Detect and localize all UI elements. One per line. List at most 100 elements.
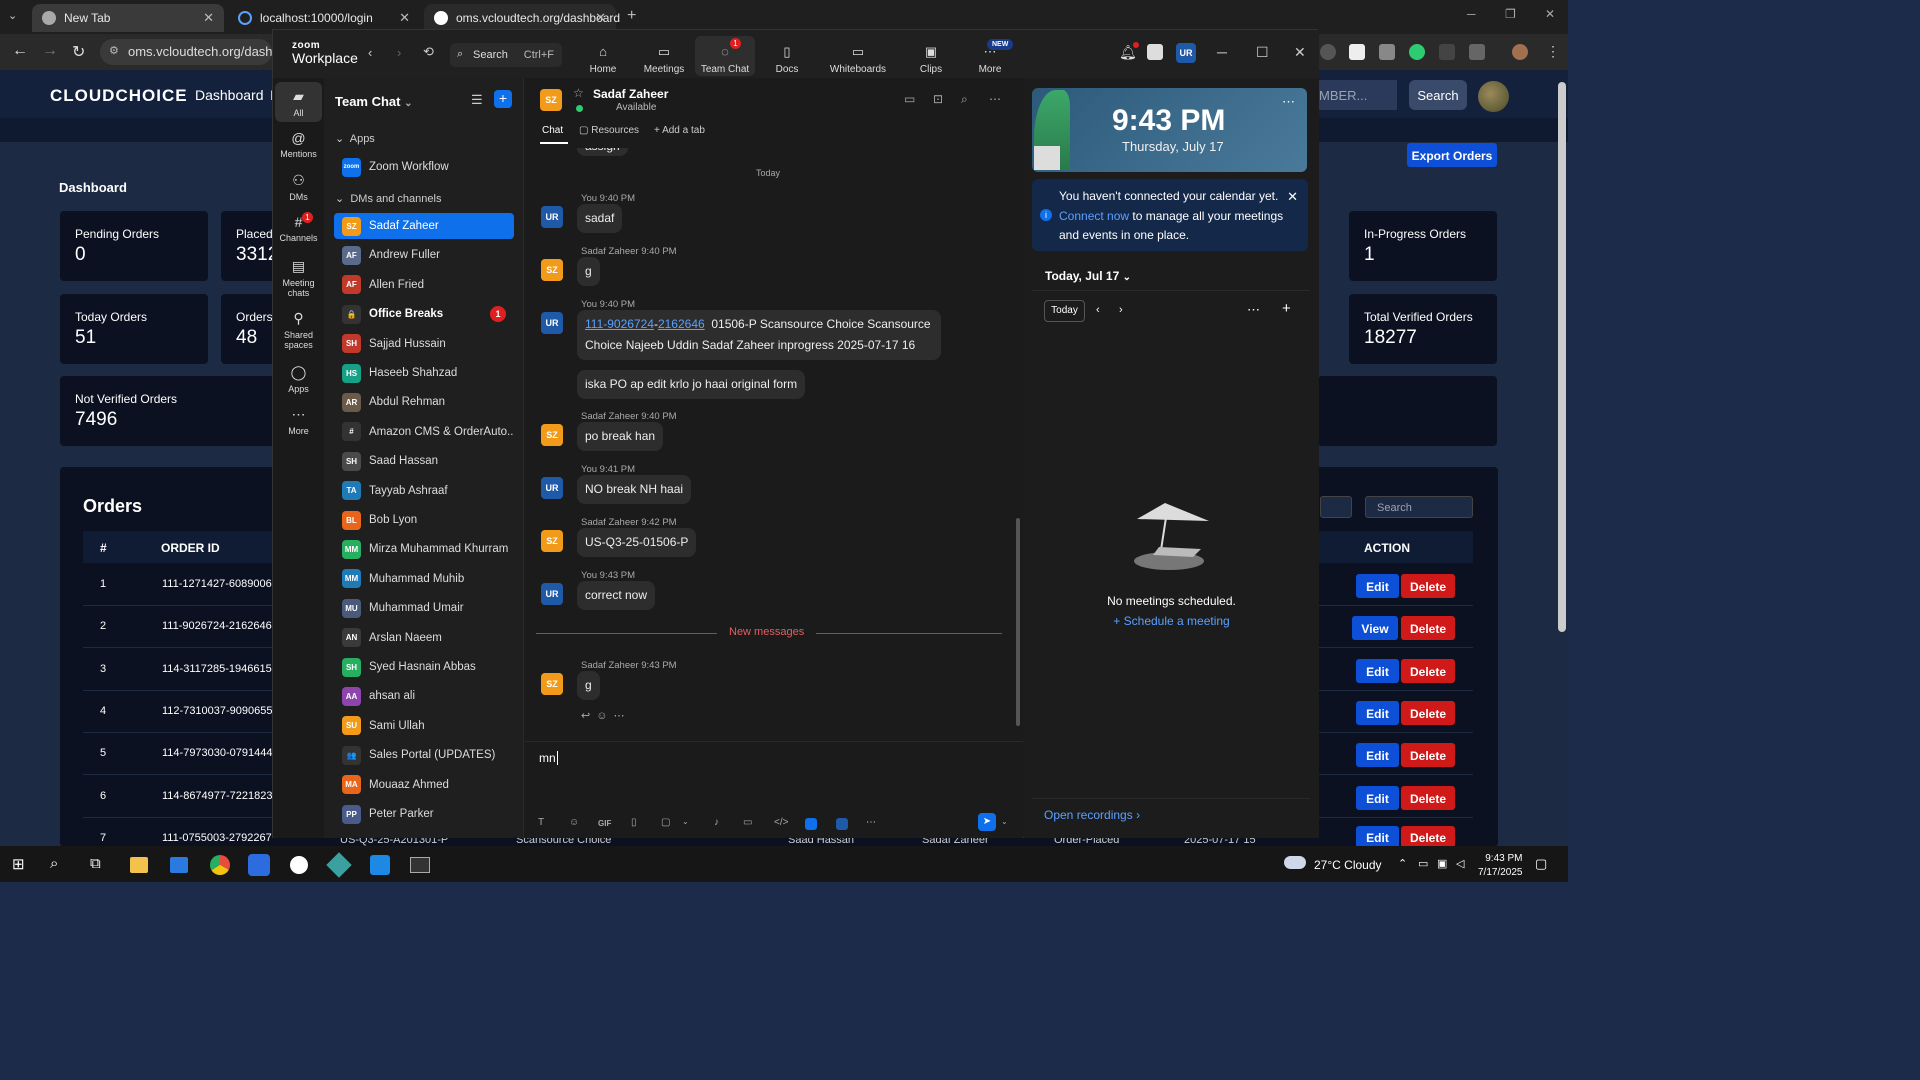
zoom-app-icon[interactable] <box>248 854 270 876</box>
extension-icon[interactable] <box>1439 44 1455 60</box>
back-icon[interactable]: ‹ <box>368 45 372 60</box>
user-avatar[interactable]: UR <box>1176 43 1196 63</box>
order-link[interactable]: 2162646 <box>658 317 705 331</box>
extension-fd-icon[interactable] <box>1349 44 1365 60</box>
back-icon[interactable]: ← <box>12 42 28 60</box>
format-icon[interactable]: T <box>538 817 544 828</box>
page-scrollbar[interactable] <box>1558 82 1566 632</box>
globe-icon[interactable] <box>1320 44 1336 60</box>
edit-button[interactable]: Edit <box>1356 826 1399 848</box>
minimize-icon[interactable]: ─ <box>1467 7 1476 21</box>
chat-item[interactable]: AF Allen Fried <box>334 272 514 298</box>
video-icon[interactable]: ▭ <box>904 92 915 106</box>
chat-item[interactable]: PP Peter Parker <box>334 801 514 827</box>
rail-apps[interactable]: ◯ Apps <box>275 364 322 394</box>
chevron-right-icon[interactable]: › <box>1119 304 1123 316</box>
tab-whiteboards[interactable]: ▭ Whiteboards <box>821 30 895 78</box>
video-message-icon[interactable]: ▭ <box>743 817 752 828</box>
chat-item[interactable]: MA Mouaaz Ahmed <box>334 772 514 798</box>
chevron-down-icon[interactable]: ⌄ <box>682 817 689 826</box>
connect-now-link[interactable]: Connect now <box>1059 209 1129 223</box>
chat-item[interactable]: SH Sajjad Hussain <box>334 331 514 357</box>
search-icon[interactable]: ⌕ <box>961 92 968 107</box>
close-icon[interactable]: ✕ <box>595 10 606 26</box>
code-icon[interactable]: </> <box>774 817 788 828</box>
chat-item[interactable]: zoom Zoom Workflow <box>334 154 514 180</box>
chat-item[interactable]: MM Mirza Muhammad Khurram <box>334 536 514 562</box>
file-icon[interactable]: ▯ <box>631 817 637 828</box>
screenshot-icon[interactable]: ▢ <box>661 817 670 828</box>
chat-item[interactable]: TA Tayyab Ashraaf <box>334 478 514 504</box>
chat-item[interactable]: SH Syed Hasnain Abbas <box>334 654 514 680</box>
vscode-icon[interactable] <box>370 855 390 875</box>
chat-item[interactable]: AF Andrew Fuller <box>334 242 514 268</box>
nav-dashboard[interactable]: Dashboard <box>195 87 264 103</box>
rail-all[interactable]: ▰ All <box>275 82 322 122</box>
emoji-icon[interactable]: ☺ <box>596 710 613 722</box>
close-window-icon[interactable]: ✕ <box>1545 7 1555 21</box>
rail-meeting-chats[interactable]: ▤ Meeting chats <box>275 258 322 298</box>
add-tab[interactable]: + Add a tab <box>654 125 705 136</box>
search-button[interactable]: Search <box>1409 80 1467 110</box>
more-icon[interactable]: ⋯ <box>866 817 876 828</box>
history-icon[interactable]: ⟲ <box>423 44 434 60</box>
delete-button[interactable]: Delete <box>1401 616 1455 640</box>
edit-button[interactable]: Edit <box>1356 659 1399 683</box>
new-tab-icon[interactable]: + <box>627 7 636 25</box>
chat-item[interactable]: AR Abdul Rehman <box>334 389 514 415</box>
weather-text[interactable]: 27°C Cloudy <box>1314 858 1382 872</box>
more-icon[interactable]: ⋯ <box>613 710 630 722</box>
app-icon[interactable] <box>290 856 308 874</box>
view-button[interactable]: View <box>1352 616 1398 640</box>
delete-button[interactable]: Delete <box>1401 786 1455 810</box>
delete-button[interactable]: Delete <box>1401 826 1455 848</box>
section-apps[interactable]: ⌄ Apps <box>335 132 375 145</box>
app-icon[interactable] <box>805 818 817 830</box>
open-recordings-link[interactable]: Open recordings › <box>1044 808 1140 822</box>
chat-item[interactable]: 👥 Sales Portal (UPDATES) <box>334 742 514 768</box>
chrome-icon[interactable] <box>210 855 230 875</box>
search-icon[interactable]: ⌕ <box>50 855 58 872</box>
site-info-icon[interactable]: ⚙ <box>109 44 119 57</box>
new-chat-icon[interactable]: + <box>494 90 512 108</box>
restore-icon[interactable]: ❐ <box>1505 7 1516 21</box>
tab-chat[interactable]: Chat <box>542 125 563 136</box>
windows-start-icon[interactable]: ⊞ <box>12 855 25 873</box>
close-icon[interactable]: ✕ <box>1287 187 1298 207</box>
close-icon[interactable]: ✕ <box>1294 44 1306 61</box>
reply-icon[interactable]: ↩ <box>581 710 596 722</box>
puzzle-icon[interactable] <box>1469 44 1485 60</box>
profile-avatar[interactable] <box>1512 44 1528 60</box>
reload-icon[interactable]: ↻ <box>72 42 85 62</box>
send-icon[interactable]: ➤ <box>978 813 996 831</box>
message-composer[interactable]: mn T ☺ GIF ▯ ▢ ⌄ ♪ ▭ </> ⋯ ➤ ⌄ <box>525 741 1023 838</box>
delete-button[interactable]: Delete <box>1401 659 1455 683</box>
more-icon[interactable]: ⋯ <box>989 92 1001 106</box>
app-icon[interactable] <box>326 852 352 878</box>
user-avatar[interactable] <box>1478 81 1509 112</box>
zoom-search[interactable]: ⌕ Search Ctrl+F <box>450 43 562 67</box>
date-picker[interactable]: Today, Jul 17 ⌄ <box>1045 269 1131 283</box>
kebab-menu-icon[interactable]: ⋮ <box>1546 43 1560 60</box>
tab-home[interactable]: ⌂ Home <box>573 30 633 78</box>
today-button[interactable]: Today <box>1044 300 1085 322</box>
taskbar-clock[interactable]: 9:43 PM 7/17/2025 <box>1478 852 1523 880</box>
notifications-icon[interactable]: ▢ <box>1535 856 1547 872</box>
chat-item[interactable]: 🔒 Office Breaks 1 <box>334 301 514 327</box>
rail-more[interactable]: ⋯ More <box>275 406 322 436</box>
emoji-icon[interactable]: ☺ <box>569 817 579 828</box>
chevron-down-icon[interactable]: ⌄ <box>1001 817 1008 826</box>
filter-icon[interactable]: ☰ <box>471 92 483 108</box>
chat-item[interactable]: AA ahsan ali <box>334 683 514 709</box>
grammarly-icon[interactable] <box>1409 44 1425 60</box>
edit-button[interactable]: Edit <box>1356 701 1399 725</box>
star-icon[interactable]: ☆ <box>573 86 584 100</box>
chat-item[interactable]: # Amazon CMS & OrderAuto... <box>334 419 514 445</box>
order-search-input[interactable]: MBER... <box>1315 80 1397 110</box>
volume-icon[interactable]: ◁ <box>1456 857 1464 870</box>
tab-more[interactable]: ⋯ More <box>960 30 1020 78</box>
edit-button[interactable]: Edit <box>1356 574 1399 598</box>
delete-button[interactable]: Delete <box>1401 574 1455 598</box>
forward-icon[interactable]: → <box>42 42 58 60</box>
conversation-name[interactable]: Sadaf Zaheer <box>593 87 668 101</box>
